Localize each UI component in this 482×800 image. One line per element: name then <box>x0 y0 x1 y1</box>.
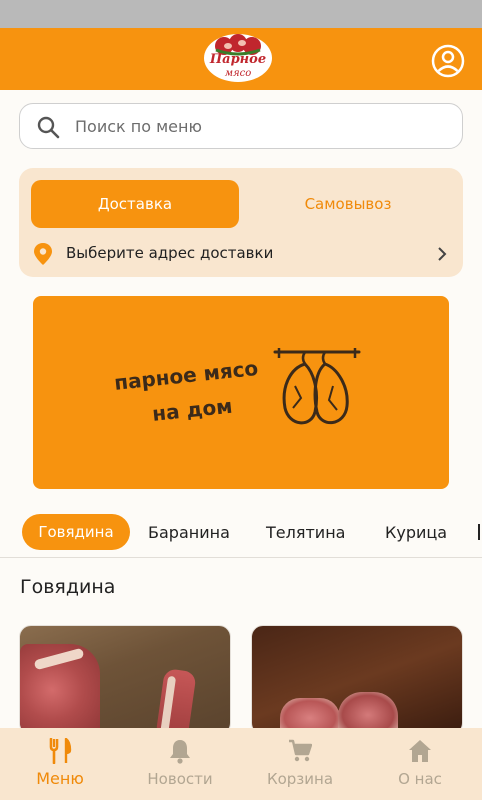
fork-knife-icon <box>49 738 72 764</box>
bell-icon <box>170 740 190 764</box>
address-selector[interactable]: Выберите адрес доставки <box>66 244 273 262</box>
nav-menu-label: Меню <box>36 769 84 788</box>
search-icon <box>37 116 60 139</box>
status-bar <box>0 0 482 28</box>
nav-about[interactable]: О нас <box>360 728 480 800</box>
tab-pickup[interactable]: Самовывоз <box>245 180 451 228</box>
logo-text: Парное <box>209 52 267 67</box>
category-beef[interactable]: Говядина <box>22 514 130 550</box>
promo-banner[interactable]: парное мясо на дом <box>33 296 449 489</box>
nav-news-label: Новости <box>147 770 213 788</box>
nav-cart[interactable]: Корзина <box>240 728 360 800</box>
category-chicken[interactable]: Курица <box>385 514 447 550</box>
tab-delivery[interactable]: Доставка <box>31 180 239 228</box>
banner-line1: парное мясо <box>113 355 260 395</box>
chevron-right-icon[interactable] <box>435 246 449 262</box>
delivery-panel: Доставка Самовывоз Выберите адрес достав… <box>19 168 463 277</box>
search-input[interactable] <box>75 104 445 148</box>
location-pin-icon <box>34 243 52 265</box>
app-header: Парное мясо <box>0 28 482 90</box>
nav-news[interactable]: Новости <box>120 728 240 800</box>
category-more-edge <box>478 524 480 540</box>
user-circle-icon[interactable] <box>431 44 465 78</box>
nav-menu[interactable]: Меню <box>0 728 120 800</box>
nav-cart-label: Корзина <box>266 770 334 788</box>
category-lamb[interactable]: Баранина <box>148 514 230 550</box>
banner-line2: на дом <box>151 393 234 426</box>
home-icon <box>409 740 431 762</box>
product-card[interactable] <box>251 625 463 735</box>
bottom-nav: Меню Новости Корзина О нас <box>0 728 482 800</box>
category-more[interactable] <box>478 514 482 550</box>
logo-subtext: мясо <box>224 68 252 79</box>
hanging-meat-icon <box>273 348 361 425</box>
section-title: Говядина <box>20 576 116 598</box>
nav-about-label: О нас <box>398 770 442 788</box>
logo[interactable]: Парное мясо <box>200 32 276 86</box>
category-veal[interactable]: Телятина <box>266 514 345 550</box>
product-card[interactable] <box>19 625 231 735</box>
search-bar[interactable] <box>19 103 463 149</box>
cart-icon <box>289 739 312 762</box>
category-tabs: Говядина Баранина Телятина Курица <box>0 510 482 558</box>
